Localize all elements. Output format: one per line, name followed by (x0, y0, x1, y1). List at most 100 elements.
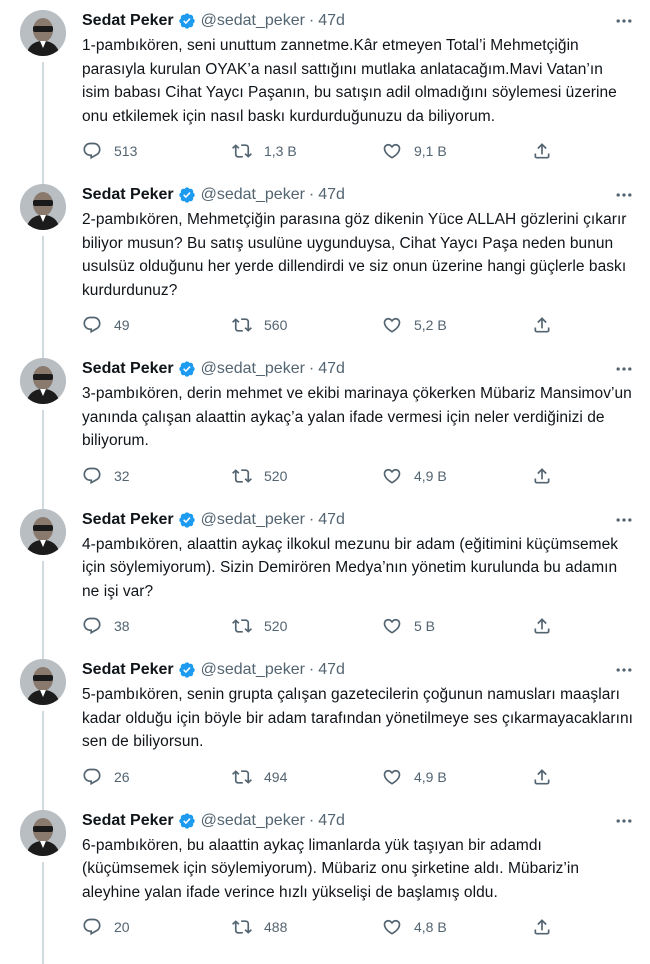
author-handle[interactable]: @sedat_peker (201, 360, 305, 378)
author-name[interactable]: Sedat Peker (82, 12, 174, 30)
author-handle[interactable]: @sedat_peker (201, 511, 305, 529)
retweet-button[interactable]: 494 (232, 767, 312, 787)
reply-button[interactable]: 38 (82, 616, 162, 636)
retweet-button[interactable]: 488 (232, 917, 312, 937)
like-count: 5,2 B (414, 317, 447, 333)
tweet[interactable]: Sedat Peker @sedat_peker · 47d 2-pambıkö… (0, 174, 650, 348)
author-handle[interactable]: @sedat_peker (201, 812, 305, 830)
author-name[interactable]: Sedat Peker (82, 360, 174, 378)
more-icon[interactable] (614, 359, 634, 379)
tweet-gutter (20, 810, 70, 951)
retweet-button[interactable]: 560 (232, 315, 312, 335)
avatar-image (20, 509, 66, 555)
avatar[interactable] (20, 358, 66, 404)
reply-count: 49 (114, 317, 130, 333)
tweet-actions: 26 494 4,9 B (82, 764, 552, 790)
avatar[interactable] (20, 184, 66, 230)
reply-button[interactable]: 513 (82, 141, 162, 161)
tweet-gutter (20, 184, 70, 348)
tweet-time[interactable]: 47d (318, 812, 345, 830)
more-icon[interactable] (614, 510, 634, 530)
retweet-count: 560 (264, 317, 287, 333)
tweet-time[interactable]: 47d (318, 511, 345, 529)
like-icon (382, 141, 402, 161)
like-button[interactable]: 4,9 B (382, 767, 462, 787)
separator-dot: · (309, 661, 314, 679)
share-button[interactable] (532, 466, 552, 486)
separator-dot: · (309, 812, 314, 830)
tweet-header: Sedat Peker @sedat_peker · 47d (82, 358, 634, 380)
like-button[interactable]: 5 B (382, 616, 462, 636)
share-button[interactable] (532, 315, 552, 335)
share-button[interactable] (532, 917, 552, 937)
author-name[interactable]: Sedat Peker (82, 812, 174, 830)
retweet-button[interactable]: 520 (232, 616, 312, 636)
more-icon[interactable] (614, 660, 634, 680)
avatar-image (20, 10, 66, 56)
author-name[interactable]: Sedat Peker (82, 186, 174, 204)
tweet-gutter (20, 358, 70, 499)
like-button[interactable]: 5,2 B (382, 315, 462, 335)
more-icon[interactable] (614, 11, 634, 31)
tweet[interactable]: Sedat Peker @sedat_peker · 47d 5-pambıkö… (0, 649, 650, 800)
tweet-time[interactable]: 47d (318, 186, 345, 204)
avatar[interactable] (20, 659, 66, 705)
tweet-body: Sedat Peker @sedat_peker · 47d 4-pambıkö… (82, 509, 634, 650)
author-name[interactable]: Sedat Peker (82, 661, 174, 679)
thread-connector-line (42, 62, 44, 188)
like-button[interactable]: 4,8 B (382, 917, 462, 937)
reply-button[interactable]: 26 (82, 767, 162, 787)
retweet-count: 488 (264, 919, 287, 935)
verified-badge-icon (178, 511, 196, 529)
more-icon[interactable] (614, 811, 634, 831)
tweet-header: Sedat Peker @sedat_peker · 47d (82, 659, 634, 681)
retweet-icon (232, 616, 252, 636)
reply-button[interactable]: 20 (82, 917, 162, 937)
tweet-actions: 513 1,3 B 9,1 B (82, 138, 552, 164)
reply-icon (82, 141, 102, 161)
tweet-body: Sedat Peker @sedat_peker · 47d 5-pambıkö… (82, 659, 634, 800)
thread-connector-line (42, 862, 44, 964)
share-icon (532, 315, 552, 335)
share-button[interactable] (532, 141, 552, 161)
tweet-actions: 49 560 5,2 B (82, 312, 552, 338)
like-count: 4,8 B (414, 919, 447, 935)
author-handle[interactable]: @sedat_peker (201, 186, 305, 204)
reply-icon (82, 466, 102, 486)
reply-count: 38 (114, 618, 130, 634)
separator-dot: · (309, 360, 314, 378)
share-icon (532, 616, 552, 636)
avatar-image (20, 659, 66, 705)
tweet-header: Sedat Peker @sedat_peker · 47d (82, 810, 634, 832)
tweet-time[interactable]: 47d (318, 360, 345, 378)
share-button[interactable] (532, 767, 552, 787)
reply-button[interactable]: 32 (82, 466, 162, 486)
reply-icon (82, 616, 102, 636)
tweet-thread: Sedat Peker @sedat_peker · 47d 1-pambıkö… (0, 0, 650, 950)
author-handle[interactable]: @sedat_peker (201, 661, 305, 679)
author-name[interactable]: Sedat Peker (82, 511, 174, 529)
avatar[interactable] (20, 810, 66, 856)
tweet-time[interactable]: 47d (318, 12, 345, 30)
tweet[interactable]: Sedat Peker @sedat_peker · 47d 3-pambıkö… (0, 348, 650, 499)
like-button[interactable]: 9,1 B (382, 141, 462, 161)
author-handle[interactable]: @sedat_peker (201, 12, 305, 30)
tweet[interactable]: Sedat Peker @sedat_peker · 47d 6-pambıkö… (0, 800, 650, 951)
tweet-time[interactable]: 47d (318, 661, 345, 679)
like-icon (382, 767, 402, 787)
like-icon (382, 315, 402, 335)
tweet-body: Sedat Peker @sedat_peker · 47d 1-pambıkö… (82, 10, 634, 174)
reply-count: 32 (114, 468, 130, 484)
retweet-button[interactable]: 520 (232, 466, 312, 486)
share-button[interactable] (532, 616, 552, 636)
reply-button[interactable]: 49 (82, 315, 162, 335)
tweet[interactable]: Sedat Peker @sedat_peker · 47d 4-pambıkö… (0, 499, 650, 650)
avatar[interactable] (20, 10, 66, 56)
tweet[interactable]: Sedat Peker @sedat_peker · 47d 1-pambıkö… (0, 0, 650, 174)
more-icon[interactable] (614, 185, 634, 205)
tweet-body: Sedat Peker @sedat_peker · 47d 3-pambıkö… (82, 358, 634, 499)
like-button[interactable]: 4,9 B (382, 466, 462, 486)
avatar[interactable] (20, 509, 66, 555)
thread-connector-line (42, 410, 44, 513)
retweet-button[interactable]: 1,3 B (232, 141, 312, 161)
